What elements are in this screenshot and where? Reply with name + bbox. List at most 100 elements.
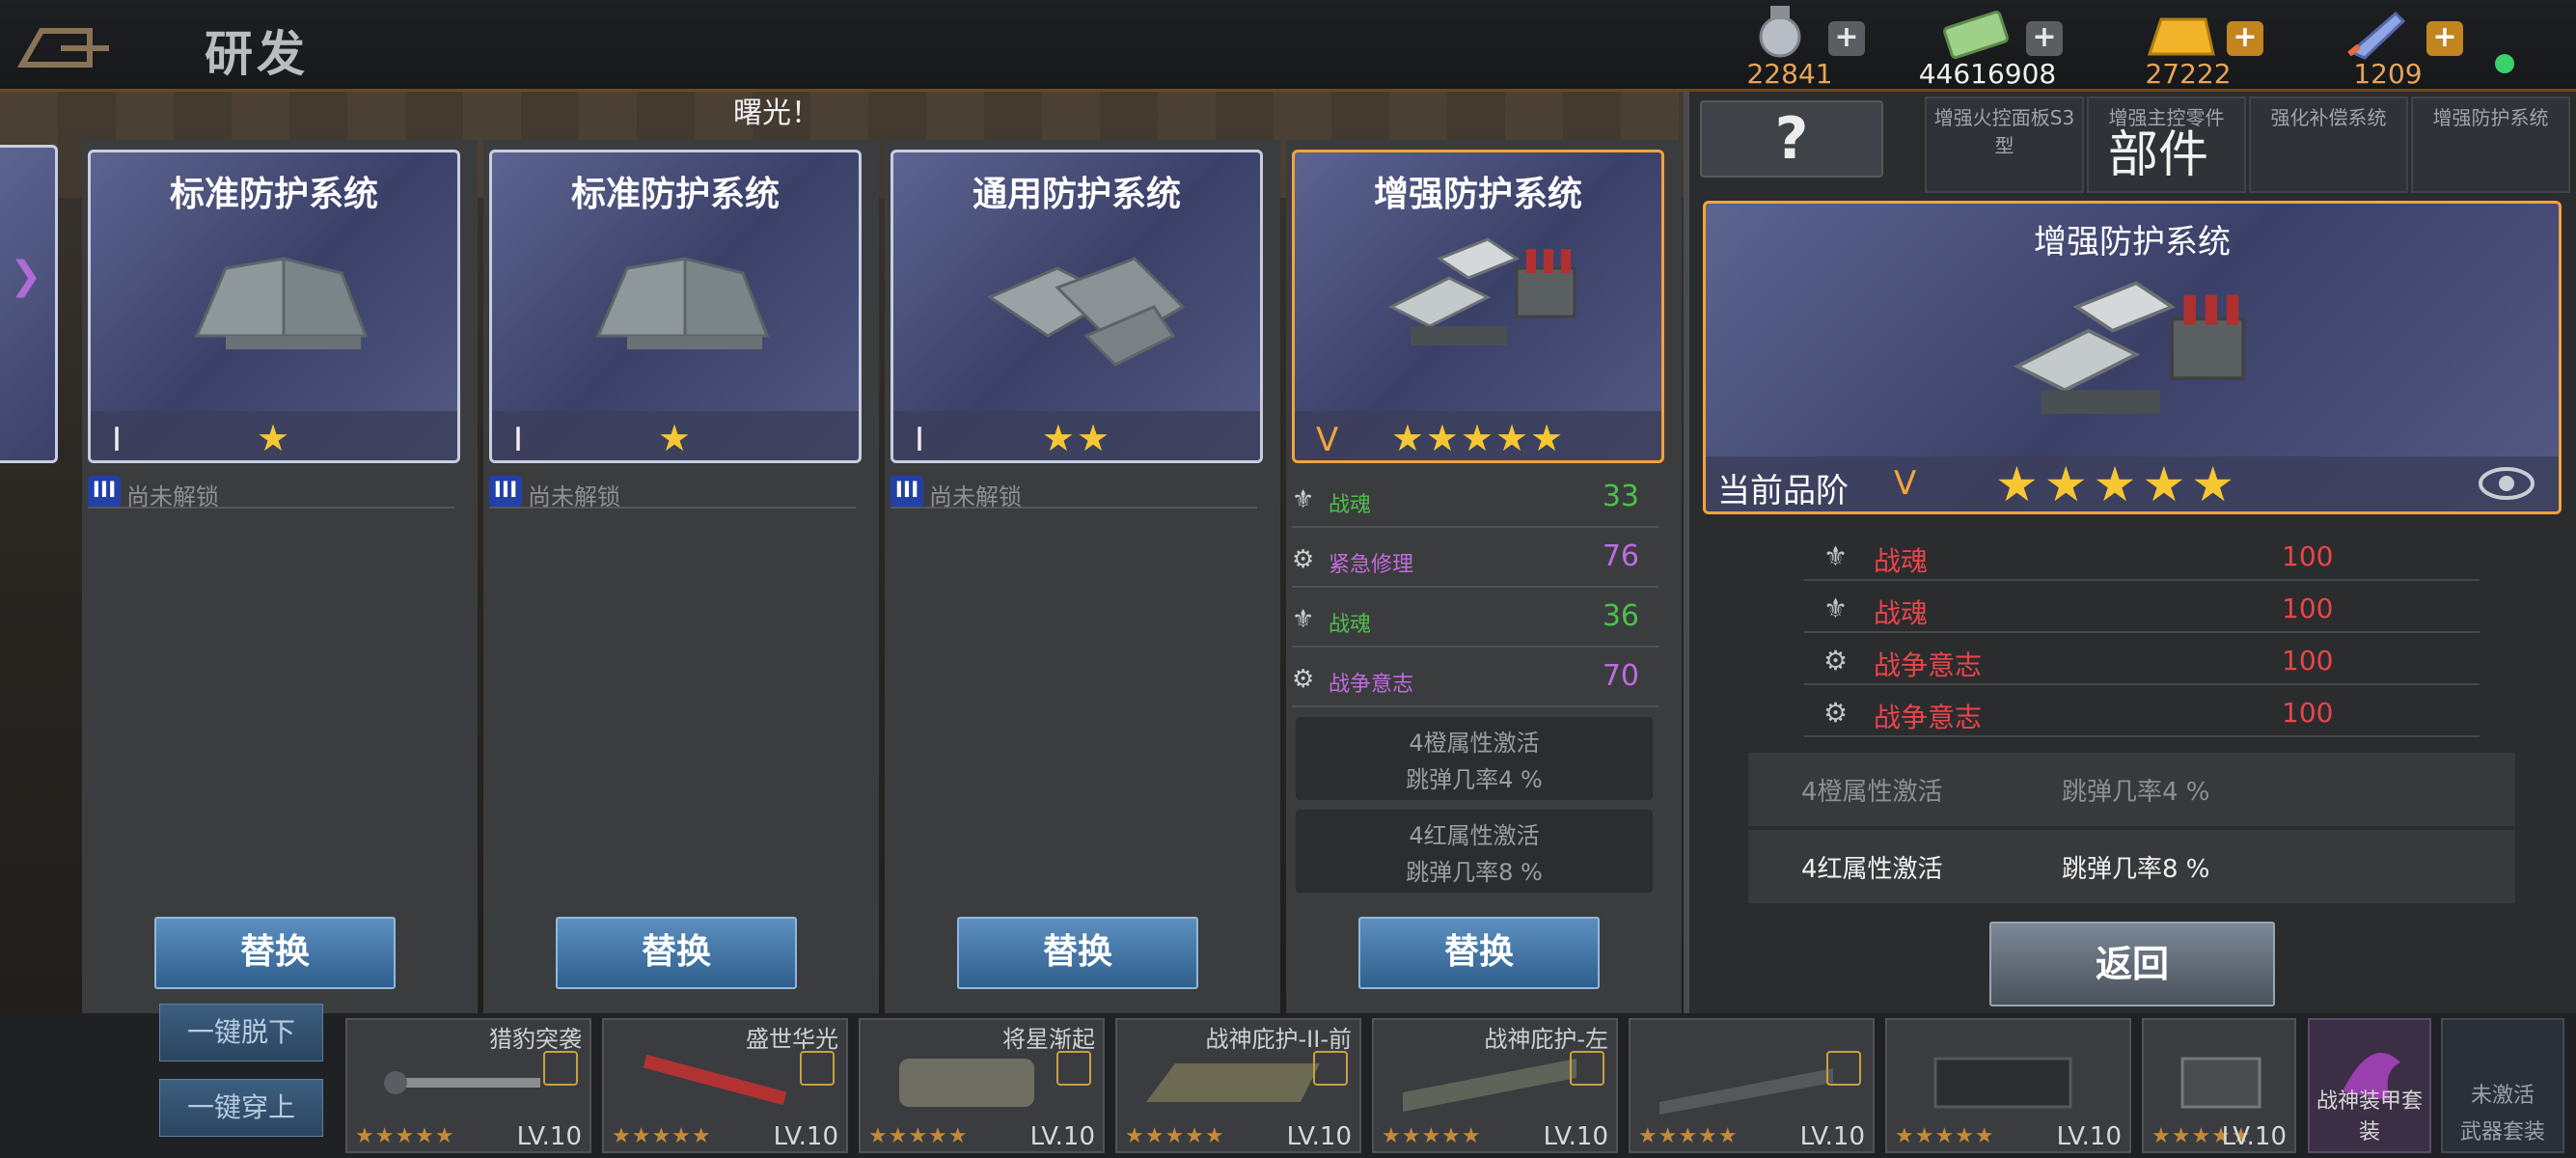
will-gear-icon: ⚙ [1292,665,1315,694]
inventory-item[interactable]: ★★★★★ LV.10 [2142,1018,2296,1153]
grade-stars: ★★★★★ [1995,456,2241,512]
swap-button[interactable]: 替换 [1358,917,1600,989]
attribute-value: 100 [2282,540,2334,572]
weapon-set-button[interactable]: 未激活 武器套装 [2441,1018,2564,1153]
attribute-row: ⚜ 战魂 33 [1292,468,1658,528]
locked-label: 尚未解锁 [528,483,620,510]
grade-label: 当前品阶 [1717,472,1849,510]
armor-item-icon [1659,1068,1833,1115]
back-arrow-icon [16,28,109,68]
attribute-value: 36 [1602,599,1639,633]
equip-slot-icon [1313,1051,1348,1086]
detail-part-card: 增强防护系统 当前品阶 V ★★★★★ [1703,201,2562,514]
top-bar: 研发 + 22841 + 44616908 + 27222 + 1209 [0,0,2576,92]
attribute-row: ⚜ 战魂 36 [1292,588,1658,648]
armor-plate-icon [595,257,770,349]
tier-badge-icon: III [489,476,522,507]
equip-slot-icon [543,1051,578,1086]
background-notice: 曙光！ [733,96,820,130]
eye-icon[interactable] [2478,464,2535,503]
card-column-1: 标准防护系统 I ★ III 尚未解锁 替换 [82,140,478,1013]
part-card-selected[interactable]: 增强防护系统 V ★★★★★ [1292,150,1664,463]
help-button[interactable]: ? [1700,100,1883,178]
locked-row: III 尚未解锁 [489,476,856,510]
inventory-item[interactable]: ★★★★★ LV.10 [1885,1018,2131,1153]
red-weapon-icon [643,1054,787,1106]
attribute-name: 战魂 [1329,613,1372,637]
inventory-item[interactable]: 将星渐起 ★★★★★ LV.10 [859,1018,1105,1153]
mesh-plate-icon [986,257,1186,367]
rocket-icon [2347,11,2406,60]
equip-slot-icon [800,1051,835,1086]
card-stars: ★ [657,417,694,459]
cash-plus-button[interactable]: + [2026,21,2063,56]
swap-button[interactable]: 替换 [556,917,797,989]
equip-all-button[interactable]: 一键穿上 [159,1079,323,1137]
equip-slot-icon [1570,1051,1604,1086]
medal-icon [1759,6,1801,58]
previous-card-edge[interactable]: ❯ [0,145,58,463]
part-tab[interactable]: 增强防护系统 [2411,96,2570,193]
attribute-value: 100 [2282,593,2334,624]
unequip-all-button[interactable]: 一键脱下 [159,1004,323,1062]
attribute-value: 100 [2282,645,2334,676]
attribute-value: 70 [1602,659,1639,693]
attribute-value: 100 [2282,697,2334,729]
set-bonus-box: 4红属性激活 跳弹几率8 % [1296,810,1653,893]
locked-label: 尚未解锁 [126,483,219,510]
crate-item-icon [2180,1057,2261,1109]
swap-button[interactable]: 替换 [957,917,1198,989]
back-button[interactable] [16,21,114,69]
cash-icon [1943,11,2009,59]
inventory-item[interactable]: 盛世华光 ★★★★★ LV.10 [602,1018,848,1153]
armor-set-button[interactable]: 战神装甲套装 [2308,1018,2431,1153]
card-name: 标准防护系统 [570,175,780,214]
set-bonus-title: 4橙属性激活 [1409,730,1540,757]
attribute-name: 战争意志 [1874,649,1983,681]
card-name: 增强防护系统 [1373,175,1582,214]
set-bonus-value: 跳弹几率8 % [2062,855,2210,884]
resource-gold: + 27222 [2092,4,2285,90]
resource-cash: + 44616908 [1891,4,2084,90]
gold-plus-button[interactable]: + [2227,21,2263,56]
part-card[interactable]: 标准防护系统 I ★ [489,150,862,463]
inventory-item[interactable]: 战神庇护-II-前 ★★★★★ LV.10 [1115,1018,1361,1153]
inventory-item[interactable]: 猎豹突袭 ★★★★★ LV.10 [345,1018,591,1153]
chevron-left-icon[interactable]: ❯ [10,254,42,298]
locked-label: 尚未解锁 [929,483,1022,510]
armor-plate-icon [194,257,369,349]
part-tab[interactable]: 强化补偿系统 [2249,96,2408,193]
part-card[interactable]: 标准防护系统 I ★ [88,150,460,463]
swap-button[interactable]: 替换 [154,917,396,989]
wing-emblem-icon: ⚜ [1292,605,1315,634]
attribute-value: 76 [1602,539,1639,573]
detail-set-bonus-row-active: 4红属性激活 跳弹几率8 % [1748,830,2515,903]
set-bonus-effect: 跳弹几率4 % [1406,766,1543,793]
grille-item-icon [1933,1057,2072,1109]
set-bonus-box: 4橙属性激活 跳弹几率4 % [1296,717,1653,800]
medal-plus-button[interactable]: + [1828,21,1865,56]
set-bonus-key: 4红属性激活 [1801,855,1943,884]
inventory-item[interactable]: 战神庇护-左 ★★★★★ LV.10 [1372,1018,1618,1153]
return-button[interactable]: 返回 [1989,922,2275,1006]
card-name: 通用防护系统 [972,175,1181,214]
card-stars: ★★★★★ [1390,417,1566,459]
tier-badge-icon: III [88,476,121,507]
part-tab[interactable]: 增强火控面板S3型 [1925,96,2084,193]
wing-emblem-icon: ⚜ [1823,593,1849,624]
card-column-2: 标准防护系统 I ★ III 尚未解锁 替换 [483,140,879,1013]
armor-item-icon [1403,1059,1576,1112]
will-gear-icon: ⚙ [1823,697,1849,729]
inventory-item[interactable]: ★★★★★ LV.10 [1629,1018,1875,1153]
equip-slot-icon [1826,1051,1861,1086]
attribute-name: 战争意志 [1874,702,1983,733]
set-bonus-value: 跳弹几率4 % [2062,778,2210,807]
cash-value: 44616908 [1918,58,2057,90]
attribute-name: 战魂 [1874,597,1929,629]
card-column-3: 通用防护系统 I ★★ III 尚未解锁 替换 [885,140,1280,1013]
card-stars: ★ [256,417,292,459]
rocket-plus-button[interactable]: + [2426,21,2463,56]
rocket-value: 1209 [2353,58,2423,90]
part-card[interactable]: 通用防护系统 I ★★ [891,150,1263,463]
launcher-item-icon [899,1059,1034,1107]
